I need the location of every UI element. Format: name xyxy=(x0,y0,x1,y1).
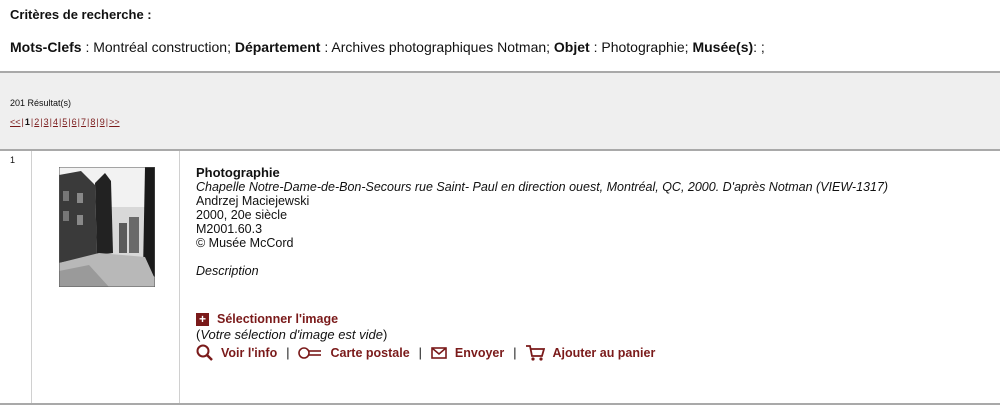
action-separator: | xyxy=(513,345,517,360)
department-label: Département xyxy=(234,39,321,55)
action-separator: | xyxy=(286,345,290,360)
author: Andrzej Maciejewski xyxy=(196,194,310,208)
pager-separator: | xyxy=(77,117,81,127)
museum-value: : ; xyxy=(753,39,765,55)
description-label: Description xyxy=(196,264,259,278)
pager-page-2[interactable]: 2 xyxy=(34,117,39,127)
pager-prev-link[interactable]: << xyxy=(10,117,21,127)
pager-page-7[interactable]: 7 xyxy=(81,117,86,127)
pager-separator: | xyxy=(30,117,34,127)
pager-separator: | xyxy=(105,117,109,127)
pager-page-6[interactable]: 6 xyxy=(72,117,77,127)
accession-number: M2001.60.3 xyxy=(196,222,263,236)
pager-current-page: 1 xyxy=(24,117,30,127)
object-value: : Photographie; xyxy=(589,39,693,55)
send-button[interactable]: Envoyer xyxy=(431,346,504,360)
copyright: © Musée McCord xyxy=(196,236,294,250)
result-number: 1 xyxy=(0,151,32,403)
object-title-link[interactable]: Chapelle Notre-Dame-de-Bon-Secours rue S… xyxy=(196,180,1000,194)
postcard-button[interactable]: Carte postale xyxy=(298,345,410,360)
postcard-icon xyxy=(298,346,322,359)
envelope-icon xyxy=(431,346,447,359)
date: 2000, 20e siècle xyxy=(196,208,288,222)
pagination: <<|1|2|3|4|5|6|7|8|9|>> xyxy=(10,117,990,127)
pager-separator: | xyxy=(21,117,24,127)
result-count: 201 Résultat(s) xyxy=(10,98,72,108)
keywords-value: : Montréal construction; xyxy=(81,39,235,55)
object-label: Objet xyxy=(553,39,590,55)
pager-page-5[interactable]: 5 xyxy=(62,117,67,127)
selection-status: (Votre sélection d'image est vide) xyxy=(196,328,1000,342)
cart-icon xyxy=(525,344,545,361)
send-label: Envoyer xyxy=(454,345,505,360)
paren-close: ) xyxy=(383,327,388,342)
pager-page-9[interactable]: 9 xyxy=(100,117,105,127)
photo-thumbnail[interactable] xyxy=(59,167,155,287)
results-bar: 201 Résultat(s) <<|1|2|3|4|5|6|7|8|9|>> xyxy=(0,71,1000,151)
action-bar: Voir l'info | Carte postale | Envoyer | … xyxy=(196,344,1000,361)
magnifier-icon xyxy=(196,344,213,361)
pager-page-4[interactable]: 4 xyxy=(53,117,58,127)
object-type: Photographie xyxy=(196,165,280,180)
thumbnail-cell xyxy=(32,151,180,403)
plus-icon: + xyxy=(196,312,209,326)
result-row: 1 Photographie Chapelle Notre-Dame-de-Bo… xyxy=(0,151,1000,405)
view-info-button[interactable]: Voir l'info xyxy=(196,344,277,361)
keywords-label: Mots-Clefs xyxy=(10,39,82,55)
pager-separator: | xyxy=(58,117,62,127)
pager-next-link[interactable]: >> xyxy=(109,117,120,127)
select-image-label: Sélectionner l'image xyxy=(217,312,339,326)
criteria-heading: Critères de recherche : xyxy=(10,7,152,22)
pager-page-3[interactable]: 3 xyxy=(44,117,49,127)
selection-empty-text: Votre sélection d'image est vide xyxy=(200,327,383,342)
postcard-label: Carte postale xyxy=(330,345,410,360)
pager-separator: | xyxy=(96,117,99,127)
pager-page-8[interactable]: 8 xyxy=(90,117,95,127)
department-value: : Archives photographiques Notman; xyxy=(320,39,554,55)
add-to-cart-label: Ajouter au panier xyxy=(552,345,656,360)
action-separator: | xyxy=(418,345,422,360)
pager-separator: | xyxy=(40,117,43,127)
pager-separator: | xyxy=(68,117,71,127)
add-to-cart-button[interactable]: Ajouter au panier xyxy=(525,344,656,361)
criteria-summary: Mots-Clefs : Montréal construction; Dépa… xyxy=(10,39,990,55)
search-criteria: Critères de recherche : Mots-Clefs : Mon… xyxy=(0,0,1000,71)
pager-separator: | xyxy=(49,117,52,127)
museum-label: Musée(s) xyxy=(692,39,754,55)
select-image-button[interactable]: + Sélectionner l'image xyxy=(196,312,1000,326)
view-info-label: Voir l'info xyxy=(221,345,278,360)
result-details: Photographie Chapelle Notre-Dame-de-Bon-… xyxy=(180,151,1000,403)
